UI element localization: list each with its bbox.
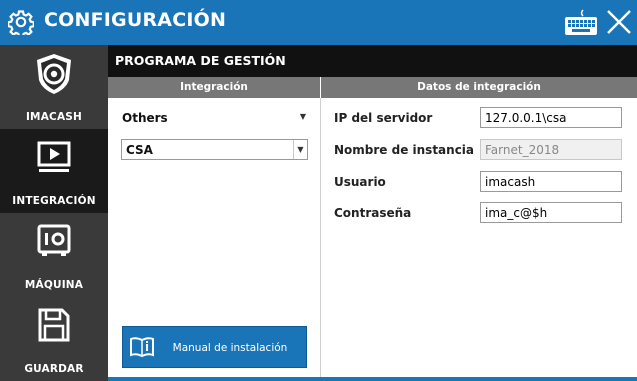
sidebar-item-label: GUARDAR [24,363,84,375]
column-divider [320,98,321,381]
instance-name-input[interactable]: Farnet_2018 [480,139,622,160]
keyboard-icon[interactable] [562,8,600,38]
integration-type-dropdown[interactable]: Others ▼ [122,109,308,127]
manual-button[interactable]: Manual de instalación [122,326,307,368]
server-ip-input[interactable]: 127.0.0.1\csa [480,107,622,128]
sidebar-item-label: MÁQUINA [24,279,84,291]
sidebar-item-label: IMACASH [25,111,83,123]
play-screen-icon [37,141,71,172]
password-input[interactable]: ima_c@$h [480,202,622,223]
integration-system-value: CSA [126,143,153,157]
gear-icon [8,10,34,35]
sidebar-item-label: INTEGRACIÓN [12,195,96,207]
manual-button-label: Manual de instalación [172,342,288,354]
dropdown-arrow-icon: ▼ [293,140,307,159]
close-icon[interactable] [605,8,633,36]
imacash-logo-icon [37,54,71,94]
user-label: Usuario [334,175,386,189]
sidebar-item-maquina[interactable]: MÁQUINA [0,213,108,297]
title-bar: CONFIGURACIÓN [0,0,637,45]
integration-type-value: Others [122,111,168,125]
bottom-accent-bar [108,377,637,381]
main-panel: PROGRAMA DE GESTIÓN Integración Datos de… [108,45,637,381]
password-label: Contraseña [334,206,412,220]
sidebar-item-imacash[interactable]: IMACASH [0,45,108,129]
integration-header: Integración [108,77,320,98]
window-title: CONFIGURACIÓN [44,9,227,31]
book-info-icon [130,337,154,358]
server-ip-label: IP del servidor [334,111,433,125]
sidebar-item-guardar[interactable]: GUARDAR [0,297,108,381]
user-input[interactable]: imacash [480,171,622,192]
integration-system-select[interactable]: CSA ▼ [121,139,308,160]
sidebar-item-integracion[interactable]: INTEGRACIÓN [0,129,108,213]
instance-name-label: Nombre de instancia [334,143,475,157]
safe-icon [37,224,71,256]
sidebar: IMACASH INTEGRACIÓN MÁQUINA GUARDAR [0,45,108,381]
details-header: Datos de integración [321,77,637,98]
section-title: PROGRAMA DE GESTIÓN [108,45,637,77]
save-icon [38,308,70,342]
dropdown-arrow-icon: ▼ [299,112,306,121]
